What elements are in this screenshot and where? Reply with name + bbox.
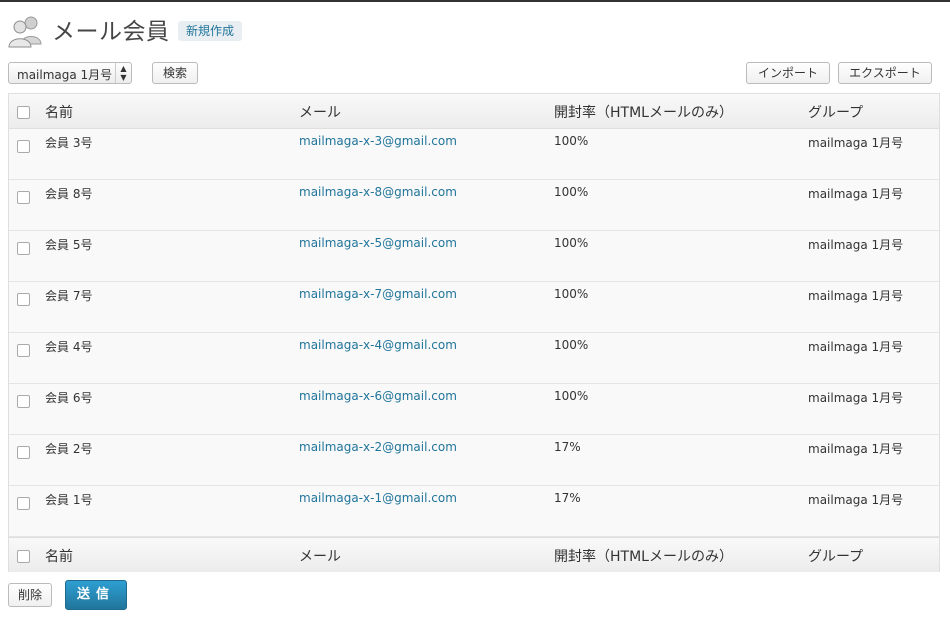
member-name: 会員 1号 <box>45 493 93 507</box>
member-email-link[interactable]: mailmaga-x-7@gmail.com <box>299 287 457 301</box>
column-footer-open-rate[interactable]: 開封率（HTMLメールのみ） <box>554 546 733 566</box>
table-row: 会員 7号 mailmaga-x-7@gmail.com 100% mailma… <box>9 282 939 333</box>
member-group: mailmaga 1月号 <box>808 340 904 354</box>
group-select-value: mailmaga 1月号 <box>17 68 113 82</box>
member-email-link[interactable]: mailmaga-x-2@gmail.com <box>299 440 457 454</box>
member-email-link[interactable]: mailmaga-x-1@gmail.com <box>299 491 457 505</box>
member-email-link[interactable]: mailmaga-x-6@gmail.com <box>299 389 457 403</box>
open-rate: 17% <box>554 440 581 454</box>
member-name: 会員 4号 <box>45 340 93 354</box>
import-button[interactable]: インポート <box>746 62 830 84</box>
open-rate: 17% <box>554 491 581 505</box>
table-row: 会員 8号 mailmaga-x-8@gmail.com 100% mailma… <box>9 180 939 231</box>
open-rate: 100% <box>554 338 589 352</box>
table-row: 会員 3号 mailmaga-x-3@gmail.com 100% mailma… <box>9 129 939 180</box>
top-border <box>0 0 950 2</box>
member-group: mailmaga 1月号 <box>808 493 904 507</box>
member-email-link[interactable]: mailmaga-x-4@gmail.com <box>299 338 457 352</box>
select-arrows-icon: ▲ ▼ <box>115 63 131 83</box>
table-row: 会員 5号 mailmaga-x-5@gmail.com 100% mailma… <box>9 231 939 282</box>
row-checkbox[interactable] <box>17 446 30 459</box>
member-group: mailmaga 1月号 <box>808 391 904 405</box>
page-title: メール会員 <box>52 19 170 45</box>
open-rate: 100% <box>554 287 589 301</box>
table-row: 会員 1号 mailmaga-x-1@gmail.com 17% mailmag… <box>9 486 939 537</box>
table-row: 会員 2号 mailmaga-x-2@gmail.com 17% mailmag… <box>9 435 939 486</box>
member-email-link[interactable]: mailmaga-x-8@gmail.com <box>299 185 457 199</box>
row-checkbox[interactable] <box>17 395 30 408</box>
column-header-name[interactable]: 名前 <box>45 102 73 122</box>
open-rate: 100% <box>554 134 589 148</box>
member-name: 会員 3号 <box>45 136 93 150</box>
column-header-email[interactable]: メール <box>299 102 341 122</box>
member-group: mailmaga 1月号 <box>808 187 904 201</box>
table-footer: 名前 メール 開封率（HTMLメールのみ） グループ <box>9 537 939 572</box>
table-row: 会員 6号 mailmaga-x-6@gmail.com 100% mailma… <box>9 384 939 435</box>
search-button[interactable]: 検索 <box>152 62 198 84</box>
group-select[interactable]: mailmaga 1月号 ▲ ▼ <box>8 62 132 84</box>
row-checkbox[interactable] <box>17 293 30 306</box>
open-rate: 100% <box>554 236 589 250</box>
select-all-checkbox[interactable] <box>17 106 30 119</box>
column-header-group[interactable]: グループ <box>808 102 863 122</box>
column-footer-name[interactable]: 名前 <box>45 546 73 566</box>
column-footer-group[interactable]: グループ <box>808 546 863 566</box>
table-row: 会員 4号 mailmaga-x-4@gmail.com 100% mailma… <box>9 333 939 384</box>
select-all-checkbox-footer[interactable] <box>17 550 30 563</box>
member-email-link[interactable]: mailmaga-x-5@gmail.com <box>299 236 457 250</box>
open-rate: 100% <box>554 389 589 403</box>
member-group: mailmaga 1月号 <box>808 442 904 456</box>
row-checkbox[interactable] <box>17 497 30 510</box>
row-checkbox[interactable] <box>17 344 30 357</box>
column-header-open-rate[interactable]: 開封率（HTMLメールのみ） <box>554 102 733 122</box>
member-email-link[interactable]: mailmaga-x-3@gmail.com <box>299 134 457 148</box>
row-checkbox[interactable] <box>17 191 30 204</box>
new-member-button[interactable]: 新規作成 <box>178 21 243 41</box>
member-name: 会員 2号 <box>45 442 93 456</box>
member-group: mailmaga 1月号 <box>808 136 904 150</box>
export-button[interactable]: エクスポート <box>838 62 932 84</box>
row-checkbox[interactable] <box>17 242 30 255</box>
member-name: 会員 7号 <box>45 289 93 303</box>
open-rate: 100% <box>554 185 589 199</box>
send-button[interactable]: 送信 <box>65 580 127 610</box>
delete-button[interactable]: 削除 <box>8 583 52 607</box>
member-group: mailmaga 1月号 <box>808 238 904 252</box>
row-checkbox[interactable] <box>17 140 30 153</box>
members-table: 名前 メール 開封率（HTMLメールのみ） グループ 会員 3号 mailmag… <box>8 93 940 572</box>
users-icon <box>8 16 42 48</box>
member-name: 会員 8号 <box>45 187 93 201</box>
table-header: 名前 メール 開封率（HTMLメールのみ） グループ <box>9 94 939 129</box>
member-name: 会員 5号 <box>45 238 93 252</box>
member-name: 会員 6号 <box>45 391 93 405</box>
column-footer-email[interactable]: メール <box>299 546 341 566</box>
member-group: mailmaga 1月号 <box>808 289 904 303</box>
